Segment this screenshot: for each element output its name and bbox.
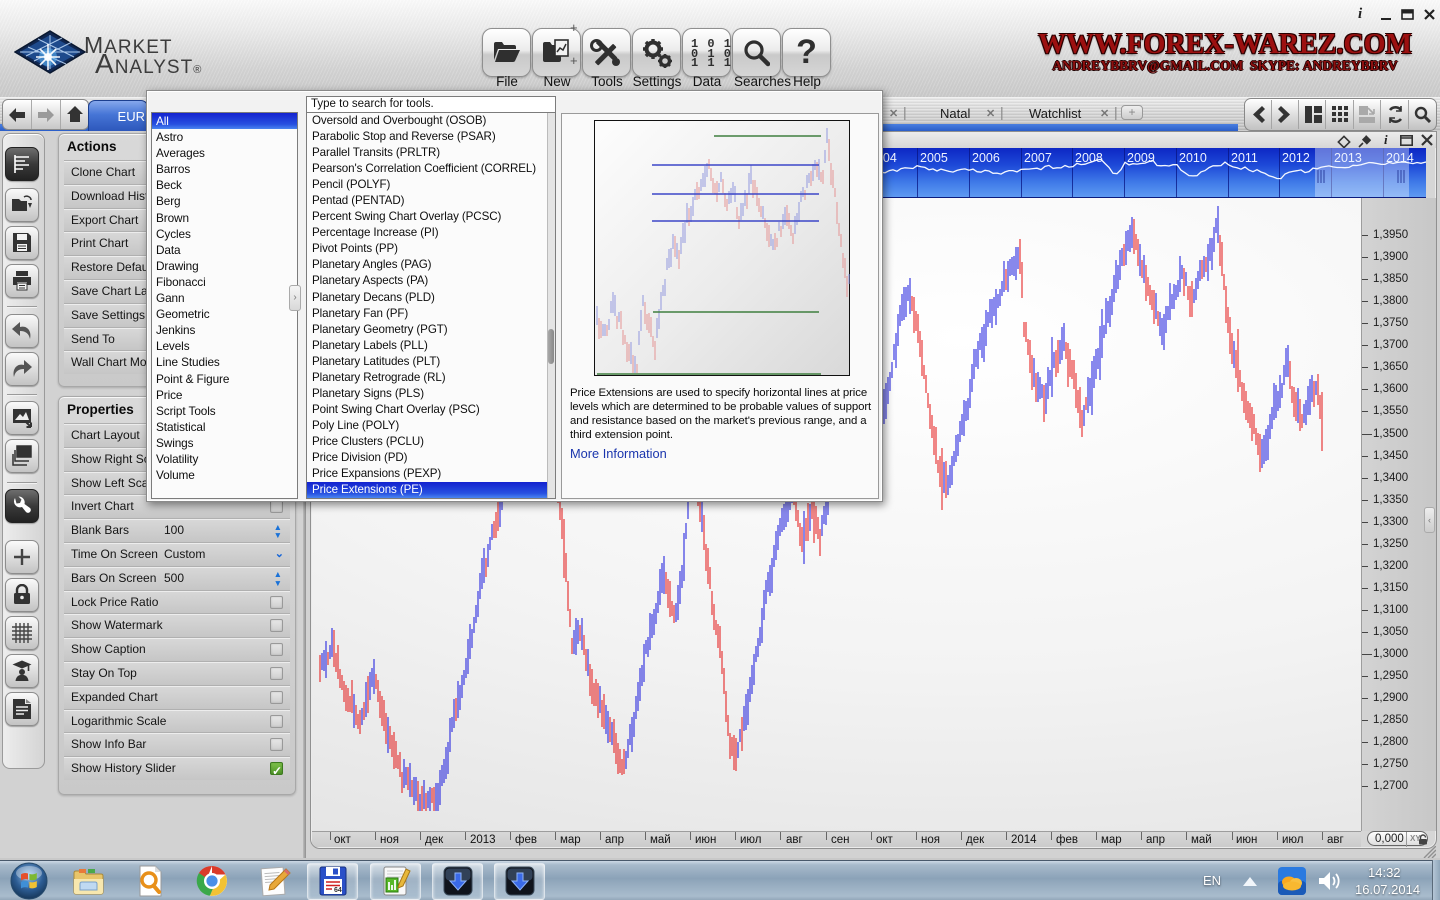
svg-text:64: 64 xyxy=(334,887,342,894)
